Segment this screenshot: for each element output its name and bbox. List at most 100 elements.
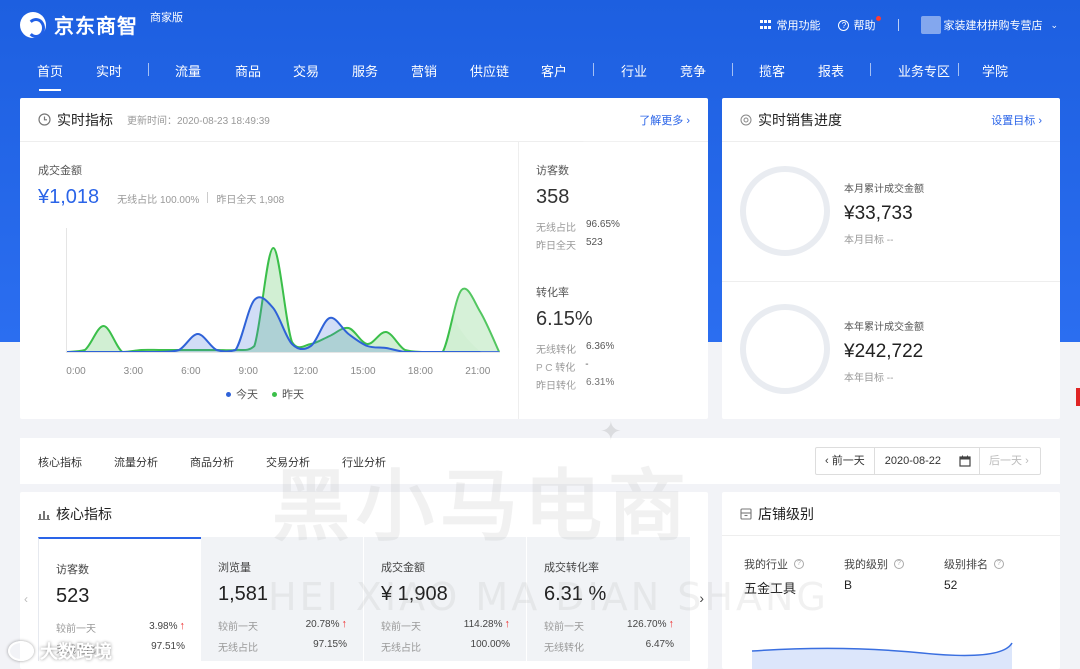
jd-logo-icon	[20, 11, 46, 38]
common-functions-label: 常用功能	[776, 20, 821, 32]
nav-tab-business-zone[interactable]: 业务专区	[898, 61, 950, 80]
nav-tab-reports[interactable]: 报表	[818, 61, 844, 80]
rank-block: 级别排名? 52	[944, 556, 1004, 592]
brand-logo[interactable]: 京东商智	[20, 10, 138, 39]
visitors-label: 访客数	[536, 165, 569, 177]
divider	[898, 19, 900, 31]
core-card-sub-label: 无线占比	[218, 643, 258, 654]
help-icon[interactable]: ?	[994, 559, 1004, 569]
gmv-value: ¥1,018	[38, 186, 100, 208]
conv-pc-label: P C 转化	[536, 363, 576, 374]
level-trend-chart	[751, 642, 1013, 669]
core-card-label: 浏览量	[218, 562, 251, 574]
learn-more-label: 了解更多	[639, 114, 684, 127]
legend-today[interactable]: 今天	[226, 386, 258, 402]
x-tick-label: 12:00	[293, 366, 318, 377]
core-cards-row: 访客数 523 较前一天 3.98% ↑ 无线占比 97.51% 浏览量 1,581 …	[38, 537, 690, 669]
chart-legend: 今天 昨天	[226, 386, 304, 402]
nav-tab-service[interactable]: 服务	[352, 61, 378, 80]
core-card-sub-label: 无线转化	[544, 643, 584, 654]
gmv-yesterday: 昨日全天 1,908	[216, 195, 285, 206]
year-sales-block: 本年累计成交金额 ¥242,722 本年目标 --	[844, 318, 924, 384]
conv-yesterday-value: 6.31%	[586, 377, 615, 388]
core-card-sub-value: 97.15%	[313, 639, 347, 650]
nav-tab-traffic[interactable]: 流量	[175, 61, 201, 80]
core-card-visitors[interactable]: 访客数 523 较前一天 3.98% ↑ 无线占比 97.51%	[38, 537, 201, 661]
gmv-wireless: 无线占比 100.00%	[117, 195, 200, 206]
core-card-pageviews[interactable]: 浏览量 1,581 较前一天 20.78% ↑ 无线占比 97.15%	[201, 537, 364, 661]
subtab-traffic[interactable]: 流量分析	[114, 454, 158, 470]
brand-name: 京东商智	[54, 16, 138, 38]
nav-tab-competition[interactable]: 竞争	[680, 61, 706, 80]
nav-tab-transactions[interactable]: 交易	[293, 61, 319, 80]
core-card-sub-label: 无线占比	[56, 645, 96, 656]
help-icon[interactable]: ?	[894, 559, 904, 569]
prev-day-button[interactable]: ‹ 前一天	[816, 448, 875, 474]
chevron-down-icon[interactable]: ⌄	[1050, 20, 1058, 31]
core-card-compare-value: 3.98%	[149, 621, 178, 632]
calendar-icon[interactable]	[959, 455, 971, 467]
help-icon[interactable]: ?	[794, 559, 804, 569]
set-goal-link[interactable]: 设置目标 ›	[991, 112, 1042, 128]
carousel-prev-icon[interactable]: ‹	[24, 592, 28, 606]
core-card-label: 成交转化率	[544, 562, 599, 574]
arrow-up-icon: ↑	[341, 618, 348, 630]
subtab-products[interactable]: 商品分析	[190, 454, 234, 470]
main-nav: 首页 实时 流量 商品 交易 服务 营销 供应链 客户 行业 竞争 揽客 报表 …	[0, 54, 1080, 91]
year-progress-ring	[740, 304, 830, 394]
core-card-compare-label: 较前一天	[56, 624, 96, 635]
next-day-button[interactable]: 后一天 ›	[979, 448, 1038, 474]
legend-yesterday[interactable]: 昨天	[272, 386, 304, 402]
store-icon	[740, 507, 752, 520]
grid-icon	[760, 19, 772, 31]
visitors-value: 358	[536, 186, 570, 208]
shop-name[interactable]: 家装建材拼购专营店	[943, 17, 1042, 33]
set-goal-label: 设置目标	[991, 114, 1036, 127]
x-tick-label: 18:00	[408, 366, 433, 377]
carousel-next-icon[interactable]: ›	[699, 590, 704, 606]
month-progress-ring	[740, 166, 830, 256]
learn-more-link[interactable]: 了解更多 ›	[639, 112, 690, 128]
rank-value: 52	[944, 578, 958, 592]
bar-chart-icon	[38, 510, 50, 520]
divider	[207, 192, 209, 203]
core-card-sub-value: 97.51%	[151, 641, 185, 652]
update-time: 更新时间：2020-08-23 18:49:39	[127, 116, 270, 127]
visitors-wireless-value: 96.65%	[586, 219, 620, 230]
subtab-transactions[interactable]: 交易分析	[266, 454, 310, 470]
top-bar: 京东商智 商家版 常用功能 ? 帮助 家装建材拼购专营店 ⌄	[0, 0, 1080, 48]
nav-tab-industry[interactable]: 行业	[621, 61, 647, 80]
sales-progress-header: 实时销售进度 设置目标 ›	[722, 98, 1060, 142]
conv-wireless-label: 无线转化	[536, 345, 576, 356]
core-card-gmv[interactable]: 成交金额 ¥ 1,908 较前一天 114.28% ↑ 无线占比 100.00%	[364, 537, 527, 661]
core-card-conversion[interactable]: 成交转化率 6.31 % 较前一天 126.70% ↑ 无线转化 6.47%	[527, 537, 690, 661]
common-functions-button[interactable]: 常用功能	[760, 17, 820, 33]
realtime-card: 实时指标 更新时间：2020-08-23 18:49:39 了解更多 › 成交金…	[20, 98, 708, 419]
feedback-tab[interactable]	[1076, 388, 1080, 406]
core-card-sub-label: 无线占比	[381, 643, 421, 654]
avatar[interactable]	[921, 16, 942, 34]
x-tick-label: 9:00	[238, 366, 258, 377]
core-card-compare-value: 20.78%	[305, 619, 340, 630]
core-card-value: ¥ 1,908	[381, 583, 448, 605]
subtab-core[interactable]: 核心指标	[38, 454, 82, 470]
nav-tab-marketing[interactable]: 营销	[411, 61, 437, 80]
industry-value: 五金工具	[744, 581, 797, 596]
nav-tab-products[interactable]: 商品	[235, 61, 261, 80]
nav-divider	[870, 63, 871, 76]
nav-tab-leads[interactable]: 揽客	[759, 61, 785, 80]
analysis-tabs-bar: 核心指标 流量分析 商品分析 交易分析 行业分析 ‹ 前一天 2020-08-2…	[20, 438, 1060, 484]
nav-tab-academy[interactable]: 学院	[982, 61, 1008, 80]
nav-tab-realtime[interactable]: 实时	[96, 61, 122, 80]
subtab-industry[interactable]: 行业分析	[342, 454, 386, 470]
nav-tab-customers[interactable]: 客户	[541, 61, 567, 80]
nav-tab-supply-chain[interactable]: 供应链	[470, 61, 509, 80]
conv-yesterday-label: 昨日转化	[536, 381, 576, 392]
clock-icon	[38, 113, 51, 126]
chart-series-group	[65, 228, 500, 354]
nav-tab-home[interactable]: 首页	[37, 61, 63, 91]
date-input[interactable]: 2020-08-22	[875, 448, 951, 474]
store-level-header: 店铺级别	[722, 492, 1060, 536]
help-button[interactable]: ? 帮助	[838, 15, 882, 33]
conv-pc-value: -	[585, 359, 589, 370]
